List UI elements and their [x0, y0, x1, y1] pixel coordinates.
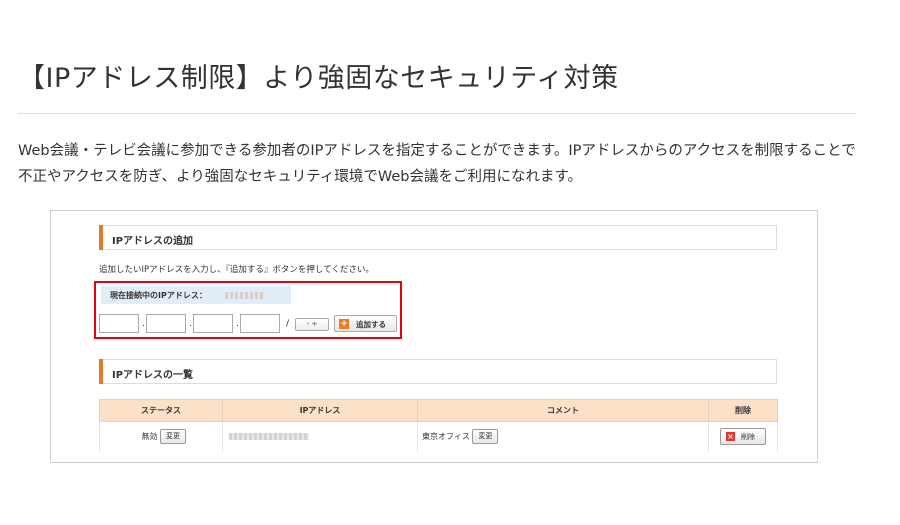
- column-header-comment: コメント: [417, 399, 709, 422]
- feature-screenshot: IPアドレスの追加 追加したいIPアドレスを入力し、『追加する』ボタンを押してく…: [50, 210, 818, 463]
- ip-list-table: ステータス IPアドレス コメント 削除 無効 変更 東京オフィス 変更 × 削…: [99, 399, 778, 452]
- intro-text: Web会議・テレビ会議に参加できる参加者のIPアドレスを指定することができます。…: [18, 143, 856, 185]
- plus-icon: +: [339, 319, 349, 329]
- section-accent-bar: [99, 359, 103, 384]
- table-row: 無効 変更 東京オフィス 変更 × 削除: [99, 421, 778, 452]
- ip-dot-separator: .: [236, 319, 239, 329]
- delete-button-label: 削除: [741, 433, 755, 442]
- comment-text: 東京オフィス: [422, 432, 470, 442]
- add-section-heading: IPアドレスの追加: [112, 236, 194, 247]
- ip-octet-3-input[interactable]: [193, 314, 233, 333]
- add-instruction: 追加したいIPアドレスを入力し、『追加する』ボタンを押してください。: [99, 265, 374, 275]
- select-arrows-icon: ÷: [311, 320, 318, 328]
- delete-button[interactable]: × 削除: [720, 428, 766, 446]
- highlight-box: 現在接続中のIPアドレス： . . . / - ÷ + 追加する: [94, 281, 402, 339]
- ip-dot-separator: .: [142, 319, 145, 329]
- title-divider: [18, 113, 856, 114]
- table-header-row: ステータス IPアドレス コメント 削除: [99, 399, 778, 422]
- ip-cell: [222, 421, 418, 452]
- status-change-button[interactable]: 変更: [160, 429, 186, 445]
- status-text: 無効: [141, 432, 158, 442]
- ip-octet-4-input[interactable]: [240, 314, 280, 333]
- delete-cell: × 削除: [708, 421, 778, 452]
- list-section-header: IPアドレスの一覧: [99, 359, 777, 384]
- subnet-mask-value: -: [306, 320, 310, 328]
- current-ip-label: 現在接続中のIPアドレス：: [110, 291, 207, 300]
- column-header-status: ステータス: [99, 399, 223, 422]
- ip-dot-separator: .: [189, 319, 192, 329]
- add-section-header: IPアドレスの追加: [99, 225, 777, 250]
- comment-change-button[interactable]: 変更: [472, 429, 499, 445]
- page-title: 【IPアドレス制限】より強固なセキュリティ対策: [18, 63, 619, 94]
- current-ip-panel: 現在接続中のIPアドレス：: [101, 286, 291, 304]
- column-header-delete: 削除: [708, 399, 778, 422]
- add-ip-button[interactable]: + 追加する: [334, 315, 397, 332]
- ip-slash-separator: /: [286, 319, 290, 329]
- ip-value-blurred: [229, 433, 309, 441]
- add-ip-button-label: 追加する: [356, 320, 386, 329]
- status-cell: 無効 変更: [99, 421, 223, 452]
- ip-octet-1-input[interactable]: [99, 314, 139, 333]
- current-ip-value-blurred: [225, 292, 265, 299]
- column-header-ip: IPアドレス: [222, 399, 418, 422]
- subnet-mask-select[interactable]: - ÷: [295, 318, 329, 331]
- list-section-heading: IPアドレスの一覧: [112, 370, 194, 381]
- comment-cell: 東京オフィス 変更: [417, 421, 709, 452]
- ip-octet-2-input[interactable]: [146, 314, 186, 333]
- delete-icon: ×: [726, 432, 735, 442]
- section-accent-bar: [99, 225, 103, 250]
